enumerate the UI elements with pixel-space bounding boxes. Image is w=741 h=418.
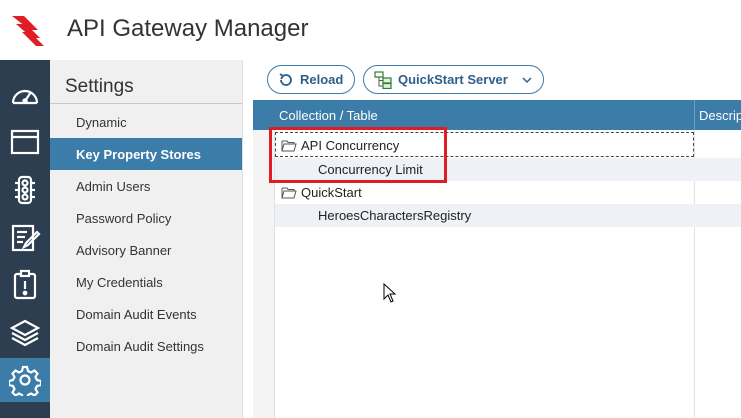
app-title: API Gateway Manager xyxy=(67,15,309,42)
rail-dashboard-button[interactable] xyxy=(0,75,50,119)
edit-document-icon xyxy=(11,224,41,252)
server-tree-icon xyxy=(374,70,392,89)
nav-item-domain-audit-events[interactable]: Domain Audit Events xyxy=(50,298,242,330)
mouse-pointer-icon xyxy=(383,283,397,303)
nav-item-my-credentials[interactable]: My Credentials xyxy=(50,266,242,298)
nav-item-dynamic[interactable]: Dynamic xyxy=(50,106,242,138)
reload-label: Reload xyxy=(300,72,344,87)
icon-rail xyxy=(0,60,50,418)
table-row[interactable]: Concurrency Limit xyxy=(275,158,741,181)
rail-layers-button[interactable] xyxy=(0,311,50,355)
dashboard-icon xyxy=(11,89,39,105)
nav-item-admin-users[interactable]: Admin Users xyxy=(50,170,242,202)
quickstart-server-label: QuickStart Server xyxy=(398,72,508,87)
folder-open-icon xyxy=(281,187,297,199)
app-logo-icon xyxy=(12,16,44,46)
layers-icon xyxy=(9,319,41,347)
rail-traffic-button[interactable] xyxy=(0,168,50,212)
row-label-quickstart: QuickStart xyxy=(301,185,362,200)
rail-edit-button[interactable] xyxy=(0,216,50,260)
nav-item-domain-audit-settings[interactable]: Domain Audit Settings xyxy=(50,330,242,362)
grid-row-gutter xyxy=(253,130,275,418)
nav-item-key-property-stores[interactable]: Key Property Stores xyxy=(50,138,242,170)
app-header: API Gateway Manager xyxy=(0,0,741,60)
column-header-description[interactable]: Descrip xyxy=(699,100,741,130)
reload-button[interactable]: Reload xyxy=(267,65,355,94)
traffic-light-icon xyxy=(15,175,35,205)
reload-icon xyxy=(279,72,292,86)
settings-panel: Settings Dynamic Key Property Stores Adm… xyxy=(50,60,242,418)
clipboard-alert-icon xyxy=(13,269,37,300)
focus-outline xyxy=(275,132,694,157)
settings-title: Settings xyxy=(65,76,134,97)
main-content: Reload QuickStart Server Collection / Ta… xyxy=(242,60,741,418)
row-label-concurrency-limit: Concurrency Limit xyxy=(318,162,423,177)
quickstart-server-dropdown[interactable]: QuickStart Server xyxy=(363,65,544,94)
grid-header: Collection / Table Descrip xyxy=(253,100,741,130)
rail-window-button[interactable] xyxy=(0,120,50,164)
column-separator[interactable] xyxy=(694,100,695,130)
row-label-heroes-characters-registry: HeroesCharactersRegistry xyxy=(318,208,472,223)
rail-clipboard-button[interactable] xyxy=(0,263,50,307)
window-icon xyxy=(10,129,40,155)
table-row[interactable]: HeroesCharactersRegistry xyxy=(275,204,741,227)
nav-item-password-policy[interactable]: Password Policy xyxy=(50,202,242,234)
settings-divider xyxy=(50,103,242,104)
table-row[interactable]: QuickStart xyxy=(275,181,741,204)
nav-item-advisory-banner[interactable]: Advisory Banner xyxy=(50,234,242,266)
gear-icon xyxy=(9,365,41,396)
column-header-collection[interactable]: Collection / Table xyxy=(279,100,378,130)
rail-settings-button[interactable] xyxy=(0,358,50,402)
chevron-down-icon xyxy=(522,76,532,83)
